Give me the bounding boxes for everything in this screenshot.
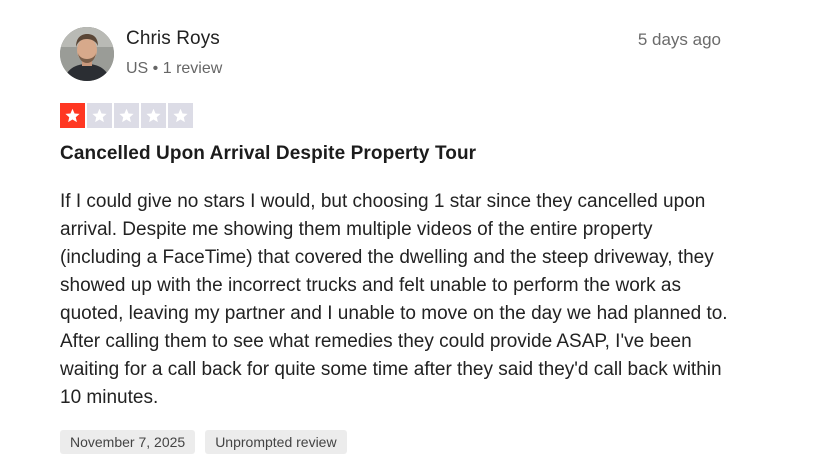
reviewer-meta: US • 1 review <box>126 60 223 77</box>
review-body: If I could give no stars I would, but ch… <box>60 191 728 408</box>
review-title: Cancelled Upon Arrival Despite Property … <box>60 143 477 164</box>
star-icon-empty <box>141 103 166 128</box>
star-rating <box>60 103 193 128</box>
review-type-tag[interactable]: Unprompted review <box>205 430 347 454</box>
star-icon-empty <box>168 103 193 128</box>
review-tags: November 7, 2025 Unprompted review <box>60 430 347 454</box>
reviewer-name[interactable]: Chris Roys <box>126 28 220 50</box>
star-icon-filled <box>60 103 85 128</box>
avatar[interactable] <box>60 27 114 81</box>
review-relative-date: 5 days ago <box>637 30 721 49</box>
review-date-tag: November 7, 2025 <box>60 430 196 454</box>
star-icon-empty <box>114 103 139 128</box>
star-icon-empty <box>87 103 112 128</box>
person-avatar-icon <box>60 27 114 81</box>
